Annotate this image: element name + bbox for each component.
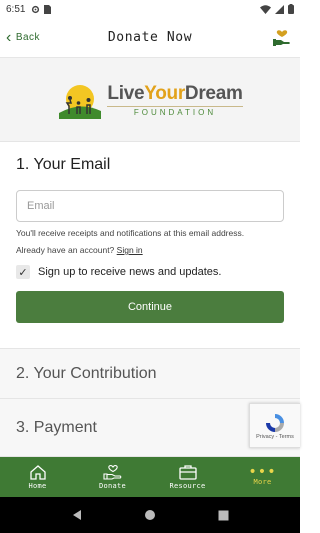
continue-button[interactable]: Continue [16, 291, 284, 323]
android-system-nav [0, 497, 300, 533]
recents-square-icon[interactable] [218, 510, 229, 521]
logo-banner: LiveYourDream FOUNDATION [0, 58, 300, 142]
bottom-navigation: Home Donate Resource ••• More [0, 457, 300, 497]
signal-icon [275, 4, 284, 14]
chevron-left-icon: ‹ [6, 28, 12, 46]
back-triangle-icon[interactable] [71, 509, 83, 521]
home-circle-icon[interactable] [144, 509, 156, 521]
wifi-icon [260, 4, 271, 14]
nav-item-home[interactable]: Home [0, 457, 75, 497]
status-time: 6:51 [6, 3, 26, 15]
briefcase-icon [178, 465, 197, 480]
nav-item-more[interactable]: ••• More [225, 457, 300, 497]
status-bar: 6:51 [0, 0, 300, 18]
contribution-section-header[interactable]: 2. Your Contribution [0, 349, 300, 399]
back-button[interactable]: ‹ Back [0, 28, 70, 46]
sign-in-link[interactable]: Sign in [117, 245, 143, 255]
status-left-icons [31, 4, 52, 14]
email-note: You'll receive receipts and notification… [16, 228, 245, 238]
live-your-dream-logo: LiveYourDream FOUNDATION [57, 81, 243, 119]
email-section-title: 1. Your Email [16, 156, 111, 173]
sim-card-icon [44, 4, 52, 14]
nav-label-donate: Donate [98, 482, 127, 490]
nav-label-resource: Resource [169, 482, 206, 490]
home-icon [29, 465, 46, 480]
settings-gear-icon [32, 5, 40, 13]
battery-icon [288, 4, 294, 14]
donate-header-button[interactable] [230, 29, 300, 47]
nav-item-donate[interactable]: Donate [75, 457, 150, 497]
nav-item-resource[interactable]: Resource [150, 457, 225, 497]
page-title: Donate Now [107, 30, 193, 45]
have-account-text: Already have an account? Sign in [16, 245, 143, 255]
email-input[interactable] [16, 190, 284, 222]
nav-label-home: Home [28, 482, 47, 490]
donate-hand-heart-icon [102, 465, 121, 480]
newsletter-checkbox[interactable]: ✓ [16, 265, 30, 279]
nav-label-more: More [253, 478, 272, 486]
hand-heart-icon [273, 29, 290, 46]
recaptcha-icon [266, 413, 284, 432]
logo-subtitle: FOUNDATION [107, 105, 243, 117]
family-sunrise-logo-icon [59, 84, 102, 119]
newsletter-option[interactable]: ✓ Sign up to receive news and updates. [16, 265, 284, 279]
recaptcha-text: Privacy - Terms [256, 433, 294, 440]
newsletter-label: Sign up to receive news and updates. [38, 266, 222, 278]
app-header: ‹ Back Donate Now [0, 18, 300, 58]
email-section: 1. Your Email You'll receive receipts an… [0, 142, 300, 349]
recaptcha-badge[interactable]: Privacy - Terms [249, 403, 300, 448]
logo-wordmark: LiveYourDream [107, 82, 243, 104]
more-dots-icon: ••• [248, 464, 277, 480]
status-right-icons [260, 4, 294, 14]
back-label: Back [15, 32, 41, 43]
